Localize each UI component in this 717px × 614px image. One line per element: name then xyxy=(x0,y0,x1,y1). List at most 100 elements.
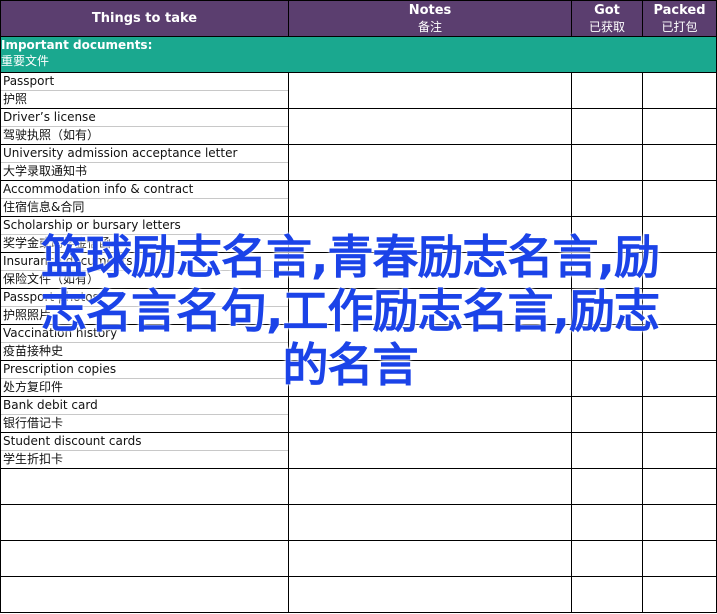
notes-cell[interactable] xyxy=(288,252,572,289)
packed-cell[interactable] xyxy=(642,576,717,613)
item-label-en: University admission acceptance letter xyxy=(1,146,288,163)
table-row: Prescription copies 处方复印件 xyxy=(0,360,717,397)
empty-row xyxy=(0,468,717,505)
table-row: Driver’s license 驾驶执照（如有） xyxy=(0,108,717,145)
item-label-en: Insurance documents xyxy=(1,254,288,271)
notes-cell[interactable] xyxy=(288,540,572,577)
got-cell[interactable] xyxy=(571,180,643,217)
packed-cell[interactable] xyxy=(642,540,717,577)
packed-cell[interactable] xyxy=(642,432,717,469)
item-cell[interactable] xyxy=(0,468,289,505)
got-cell[interactable] xyxy=(571,468,643,505)
got-cell[interactable] xyxy=(571,72,643,109)
notes-cell[interactable] xyxy=(288,504,572,541)
item-cell[interactable]: Scholarship or bursary letters 奖学金或助学金信函 xyxy=(0,216,289,253)
notes-cell[interactable] xyxy=(288,468,572,505)
table-row: Student discount cards 学生折扣卡 xyxy=(0,432,717,469)
packed-cell[interactable] xyxy=(642,396,717,433)
item-label-en: Bank debit card xyxy=(1,398,288,415)
item-label-zh: 学生折扣卡 xyxy=(3,452,64,466)
empty-row xyxy=(0,504,717,541)
packed-cell[interactable] xyxy=(642,72,717,109)
table-row: Passport photos 护照照片 xyxy=(0,288,717,325)
section-row: Important documents: 重要文件 xyxy=(0,36,717,73)
got-cell[interactable] xyxy=(571,324,643,361)
item-label-zh: 护照 xyxy=(3,92,28,106)
got-cell[interactable] xyxy=(571,540,643,577)
got-cell[interactable] xyxy=(571,396,643,433)
item-label-en: Student discount cards xyxy=(1,434,288,451)
got-cell[interactable] xyxy=(571,360,643,397)
notes-cell[interactable] xyxy=(288,360,572,397)
item-label-zh: 保险文件（如有） xyxy=(3,272,100,286)
notes-cell[interactable] xyxy=(288,396,572,433)
item-cell[interactable]: Bank debit card 银行借记卡 xyxy=(0,396,289,433)
item-cell[interactable] xyxy=(0,504,289,541)
packed-cell[interactable] xyxy=(642,180,717,217)
header-things: Things to take xyxy=(0,0,289,37)
item-label-zh: 处方复印件 xyxy=(3,380,64,394)
item-label-en: Vaccination history xyxy=(1,326,288,343)
notes-cell[interactable] xyxy=(288,108,572,145)
packed-cell[interactable] xyxy=(642,504,717,541)
item-cell[interactable]: Accommodation info & contract 住宿信息&合同 xyxy=(0,180,289,217)
empty-row xyxy=(0,540,717,577)
notes-cell[interactable] xyxy=(288,216,572,253)
item-cell[interactable]: University admission acceptance letter 大学… xyxy=(0,144,289,181)
item-label-zh: 银行借记卡 xyxy=(3,416,64,430)
table-row: Vaccination history 疫苗接种史 xyxy=(0,324,717,361)
empty-row xyxy=(0,576,717,613)
got-cell[interactable] xyxy=(571,252,643,289)
packed-cell[interactable] xyxy=(642,288,717,325)
item-cell[interactable]: Student discount cards 学生折扣卡 xyxy=(0,432,289,469)
item-cell[interactable]: Prescription copies 处方复印件 xyxy=(0,360,289,397)
item-label-en: Prescription copies xyxy=(1,362,288,379)
item-label-zh: 住宿信息&合同 xyxy=(3,200,85,214)
checklist-table: Things to take Notes 备注 Got 已获取 Packed 已打包 … xyxy=(0,0,717,613)
got-cell[interactable] xyxy=(571,432,643,469)
item-label-en: Passport photos xyxy=(1,290,288,307)
item-label-en: Driver’s license xyxy=(1,110,288,127)
item-cell[interactable]: Insurance documents 保险文件（如有） xyxy=(0,252,289,289)
notes-cell[interactable] xyxy=(288,144,572,181)
got-cell[interactable] xyxy=(571,288,643,325)
notes-cell[interactable] xyxy=(288,432,572,469)
notes-cell[interactable] xyxy=(288,180,572,217)
got-cell[interactable] xyxy=(571,576,643,613)
got-cell[interactable] xyxy=(571,216,643,253)
packed-cell[interactable] xyxy=(642,108,717,145)
item-label-zh: 驾驶执照（如有） xyxy=(3,128,100,142)
item-cell[interactable]: Passport 护照 xyxy=(0,72,289,109)
item-cell[interactable] xyxy=(0,576,289,613)
table-row: Accommodation info & contract 住宿信息&合同 xyxy=(0,180,717,217)
notes-cell[interactable] xyxy=(288,324,572,361)
packed-cell[interactable] xyxy=(642,252,717,289)
item-cell[interactable]: Driver’s license 驾驶执照（如有） xyxy=(0,108,289,145)
header-row: Things to take Notes 备注 Got 已获取 Packed 已打包 xyxy=(0,0,717,37)
packed-cell[interactable] xyxy=(642,324,717,361)
packed-cell[interactable] xyxy=(642,216,717,253)
header-notes: Notes 备注 xyxy=(288,0,572,37)
got-cell[interactable] xyxy=(571,144,643,181)
notes-cell[interactable] xyxy=(288,576,572,613)
table-row: Bank debit card 银行借记卡 xyxy=(0,396,717,433)
item-label-zh: 奖学金或助学金信函 xyxy=(3,236,112,250)
header-got: Got 已获取 xyxy=(571,0,643,37)
section-title: Important documents: 重要文件 xyxy=(0,36,717,73)
item-cell[interactable]: Passport photos 护照照片 xyxy=(0,288,289,325)
notes-cell[interactable] xyxy=(288,72,572,109)
table-row: Scholarship or bursary letters 奖学金或助学金信函 xyxy=(0,216,717,253)
item-cell[interactable]: Vaccination history 疫苗接种史 xyxy=(0,324,289,361)
got-cell[interactable] xyxy=(571,504,643,541)
got-cell[interactable] xyxy=(571,108,643,145)
packed-cell[interactable] xyxy=(642,360,717,397)
item-label-en: Passport xyxy=(1,74,288,91)
packed-cell[interactable] xyxy=(642,144,717,181)
notes-cell[interactable] xyxy=(288,288,572,325)
item-cell[interactable] xyxy=(0,540,289,577)
item-label-zh: 大学录取通知书 xyxy=(3,164,88,178)
item-label-en: Scholarship or bursary letters xyxy=(1,218,288,235)
packed-cell[interactable] xyxy=(642,468,717,505)
item-label-zh: 护照照片 xyxy=(3,308,52,322)
item-label-zh: 疫苗接种史 xyxy=(3,344,64,358)
